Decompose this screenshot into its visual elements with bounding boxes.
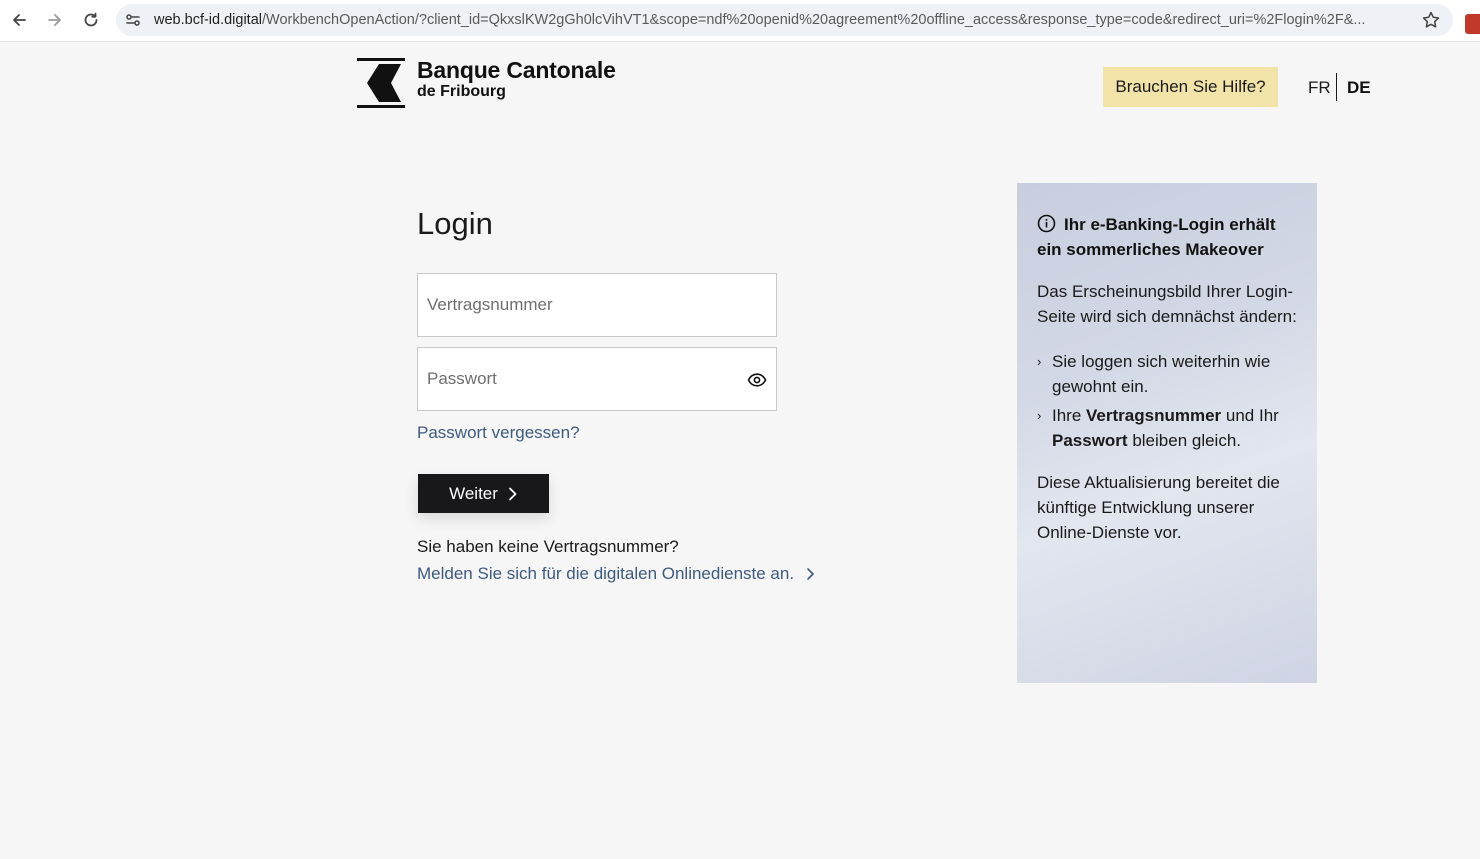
chevron-right-icon — [807, 568, 814, 580]
contract-number-input[interactable] — [418, 274, 776, 336]
logo-line1: Banque Cantonale — [417, 57, 616, 83]
list-item: › Sie loggen sich weiterhin wie gewohnt e… — [1037, 349, 1297, 399]
page-title: Login — [417, 206, 493, 241]
forward-button[interactable] — [42, 7, 68, 33]
bullet-icon: › — [1037, 354, 1042, 369]
bcf-logo-icon — [357, 58, 405, 108]
info-panel-title: Ihr e-Banking-Login erhält ein sommerlic… — [1037, 212, 1297, 262]
submit-button[interactable]: Weiter — [418, 474, 549, 513]
no-contract-text: Sie haben keine Vertragsnummer? — [417, 537, 679, 556]
back-button[interactable] — [6, 7, 32, 33]
bullet2-bold-contract: Vertragsnummer — [1086, 406, 1222, 425]
info-panel-outro: Diese Aktualisierung bereitet die künfti… — [1037, 473, 1280, 542]
forgot-password-link[interactable]: Passwort vergessen? — [417, 421, 580, 445]
extension-icon[interactable] — [1465, 14, 1480, 34]
chevron-right-icon — [509, 487, 517, 500]
reload-icon — [84, 12, 98, 27]
bullet2-mid: und Ihr — [1221, 406, 1279, 425]
info-panel: Ihr e-Banking-Login erhält ein sommerlic… — [1017, 183, 1317, 683]
bullet-icon: › — [1037, 408, 1042, 423]
browser-toolbar: web.bcf-id.digital/WorkbenchOpenAction/?… — [0, 0, 1480, 42]
list-item: › Ihre Vertragsnummer und Ihr Passwort bl… — [1037, 403, 1297, 453]
contract-number-field[interactable] — [417, 273, 777, 337]
bullet2-post: bleiben gleich. — [1127, 431, 1242, 450]
bullet2-pre: Ihre — [1052, 406, 1087, 425]
arrow-right-icon — [48, 14, 61, 26]
bullet-text-1: Sie loggen sich weiterhin wie gewohnt ei… — [1052, 352, 1271, 396]
site-settings-icon[interactable] — [124, 11, 142, 29]
submit-button-label: Weiter — [449, 483, 498, 503]
reload-button[interactable] — [78, 7, 104, 33]
logo-line2: de Fribourg — [417, 83, 506, 100]
password-input[interactable] — [418, 348, 776, 410]
language-de[interactable]: DE — [1347, 76, 1371, 100]
url-text[interactable]: web.bcf-id.digital/WorkbenchOpenAction/?… — [154, 4, 1410, 36]
bookmark-star-icon[interactable] — [1421, 10, 1441, 30]
info-panel-list: › Sie loggen sich weiterhin wie gewohnt e… — [1037, 349, 1297, 453]
url-path: /WorkbenchOpenAction/?client_id=QkxslKW2… — [262, 12, 1366, 28]
address-bar[interactable]: web.bcf-id.digital/WorkbenchOpenAction/?… — [116, 4, 1453, 36]
bullet2-bold-password: Passwort — [1052, 431, 1128, 450]
url-host: web.bcf-id.digital — [154, 12, 262, 28]
register-link-label: Melden Sie sich für die digitalen Online… — [417, 564, 795, 583]
info-panel-title-text: Ihr e-Banking-Login erhält ein sommerlic… — [1037, 215, 1276, 259]
password-field[interactable] — [417, 347, 777, 411]
info-icon — [1037, 214, 1056, 233]
info-panel-intro: Das Erscheinungsbild Ihrer Login-Seite w… — [1037, 282, 1297, 326]
language-fr[interactable]: FR — [1308, 76, 1331, 100]
arrow-left-icon — [13, 14, 26, 26]
bank-logo[interactable]: Banque Cantonale de Fribourg — [357, 58, 616, 110]
help-button[interactable]: Brauchen Sie Hilfe? — [1103, 67, 1278, 107]
show-password-icon[interactable] — [747, 370, 767, 390]
register-link[interactable]: Melden Sie sich für die digitalen Online… — [417, 562, 815, 586]
language-divider — [1336, 73, 1337, 101]
